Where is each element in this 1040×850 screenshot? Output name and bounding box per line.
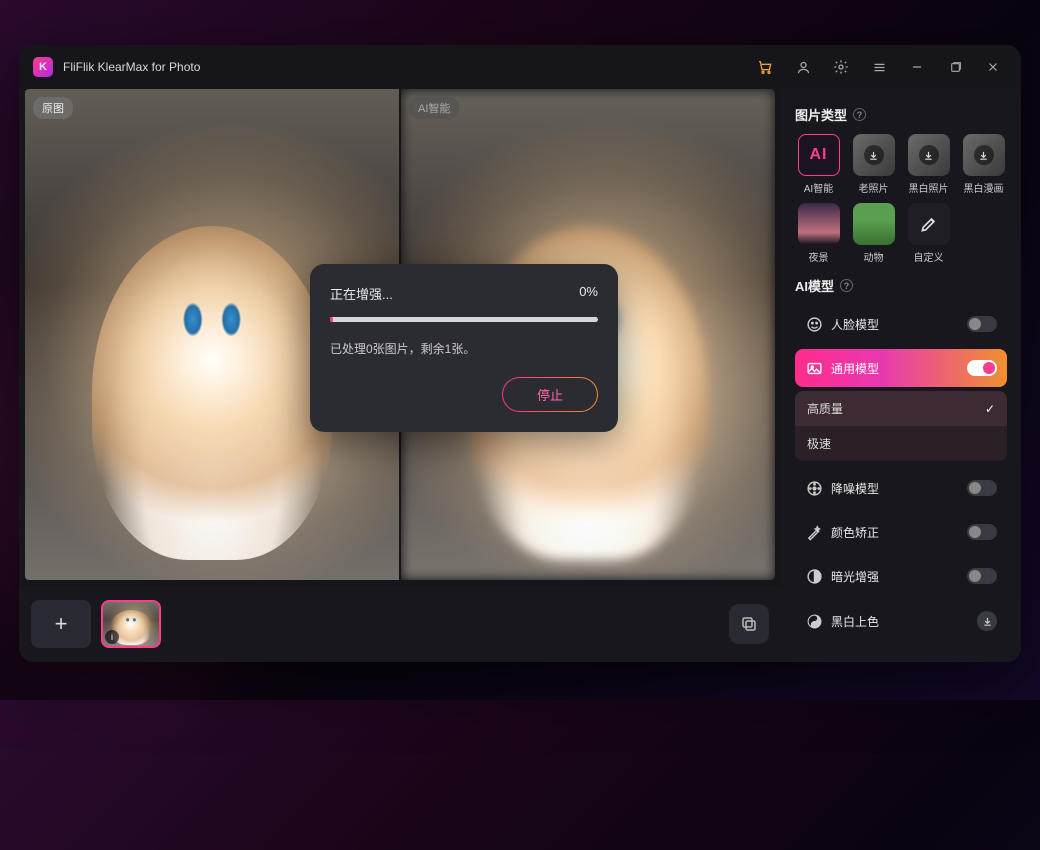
model-color-fix[interactable]: 颜色矫正 xyxy=(795,513,1007,551)
close-button[interactable] xyxy=(979,53,1007,81)
download-icon xyxy=(974,145,994,165)
modal-percent: 0% xyxy=(579,284,598,303)
info-icon: i xyxy=(105,630,119,644)
denoise-icon xyxy=(805,479,823,497)
section-ai-model-title: AI模型 ? xyxy=(795,276,1007,295)
toggle[interactable] xyxy=(967,480,997,496)
image-icon xyxy=(805,359,823,377)
app-logo: K xyxy=(33,57,53,77)
batch-button[interactable] xyxy=(729,604,769,644)
stop-button[interactable]: 停止 xyxy=(502,377,598,412)
thumbnail-bar: + i xyxy=(19,586,781,662)
sidebar: 图片类型 ? AI AI智能 老照片 黑白照片 黑白漫画 xyxy=(781,89,1021,662)
type-custom[interactable]: 自定义 xyxy=(905,203,952,264)
titlebar: K FliFlik KlearMax for Photo xyxy=(19,45,1021,89)
user-icon[interactable] xyxy=(789,53,817,81)
help-icon[interactable]: ? xyxy=(853,108,866,121)
download-icon xyxy=(919,145,939,165)
minimize-button[interactable] xyxy=(903,53,931,81)
download-icon xyxy=(864,145,884,165)
wand-icon xyxy=(805,523,823,541)
type-night[interactable]: 夜景 xyxy=(795,203,842,264)
menu-icon[interactable] xyxy=(865,53,893,81)
type-animal[interactable]: 动物 xyxy=(850,203,897,264)
section-image-type-title: 图片类型 ? xyxy=(795,105,1007,124)
general-model-options: 高质量 ✓ 极速 xyxy=(795,391,1007,461)
app-window: K FliFlik KlearMax for Photo xyxy=(19,45,1021,662)
type-old-photo[interactable]: 老照片 xyxy=(850,134,897,195)
yinyang-icon xyxy=(805,612,823,630)
main-panel: 原图 AI智能 正在增强... 0% 已处理0张图片，剩余1张。 停止 xyxy=(19,89,781,662)
app-title: FliFlik KlearMax for Photo xyxy=(63,60,200,74)
toggle[interactable] xyxy=(967,316,997,332)
option-high-quality[interactable]: 高质量 ✓ xyxy=(795,391,1007,426)
cart-icon[interactable] xyxy=(751,53,779,81)
modal-title: 正在增强... xyxy=(330,284,393,303)
gear-icon[interactable] xyxy=(827,53,855,81)
download-icon[interactable] xyxy=(977,611,997,631)
model-bw-color[interactable]: 黑白上色 xyxy=(795,601,1007,641)
preview-area: 原图 AI智能 正在增强... 0% 已处理0张图片，剩余1张。 停止 xyxy=(25,89,775,580)
type-bw-comic[interactable]: 黑白漫画 xyxy=(960,134,1007,195)
progress-bar xyxy=(330,317,598,322)
model-face[interactable]: 人脸模型 xyxy=(795,305,1007,343)
toggle[interactable] xyxy=(967,524,997,540)
thumbnail-selected[interactable]: i xyxy=(101,600,161,648)
model-lowlight[interactable]: 暗光增强 xyxy=(795,557,1007,595)
type-ai[interactable]: AI AI智能 xyxy=(795,134,842,195)
modal-status: 已处理0张图片，剩余1张。 xyxy=(330,340,598,357)
toggle[interactable] xyxy=(967,360,997,376)
progress-modal: 正在增强... 0% 已处理0张图片，剩余1张。 停止 xyxy=(310,264,618,432)
option-fast[interactable]: 极速 xyxy=(795,426,1007,461)
maximize-button[interactable] xyxy=(941,53,969,81)
add-image-button[interactable]: + xyxy=(31,600,91,648)
type-bw-photo[interactable]: 黑白照片 xyxy=(905,134,952,195)
enhanced-badge: AI智能 xyxy=(409,97,459,119)
toggle[interactable] xyxy=(967,568,997,584)
original-badge: 原图 xyxy=(33,97,73,119)
face-icon xyxy=(805,315,823,333)
model-denoise[interactable]: 降噪模型 xyxy=(795,469,1007,507)
help-icon[interactable]: ? xyxy=(840,279,853,292)
model-general[interactable]: 通用模型 xyxy=(795,349,1007,387)
check-icon: ✓ xyxy=(985,402,995,416)
contrast-icon xyxy=(805,567,823,585)
